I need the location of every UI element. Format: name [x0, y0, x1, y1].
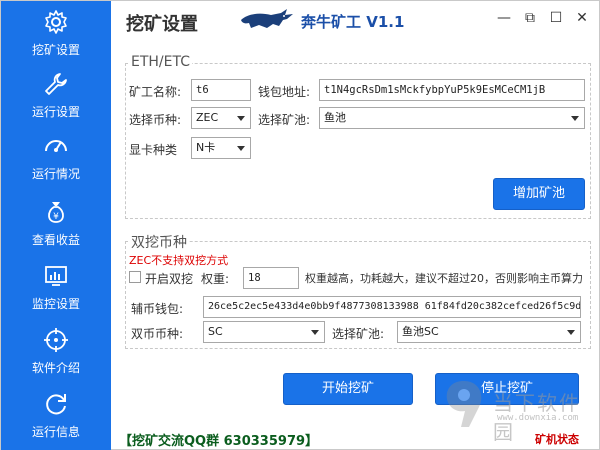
page-title: 挖矿设置	[126, 14, 198, 35]
dual-pool-label: 选择矿池:	[332, 327, 385, 341]
miner-status-link[interactable]: 矿机状态	[535, 431, 579, 447]
minimize-icon[interactable]: —	[495, 9, 513, 27]
dual-mining-warning: ZEC不支持双挖方式	[129, 254, 229, 267]
miner-name-label: 矿工名称:	[129, 85, 182, 99]
chevron-down-icon	[311, 330, 319, 335]
sidebar-item-run-info[interactable]: 运行信息	[1, 391, 111, 449]
sidebar: 挖矿设置 运行设置 运行情况 ¥ 查看收益 监控设置 软件介绍 运行信息	[1, 1, 111, 450]
pool-select-value: 鱼池	[324, 111, 346, 124]
add-pool-button[interactable]: 增加矿池	[493, 178, 585, 210]
chevron-down-icon	[237, 116, 245, 121]
weight-label: 权重:	[201, 272, 230, 286]
coin-select-value: ZEC	[196, 111, 219, 124]
coin-select[interactable]: ZEC	[191, 107, 251, 129]
dual-coin-label: 双币币种:	[131, 327, 184, 341]
bull-logo-icon	[241, 9, 293, 28]
aux-wallet-label: 辅币钱包:	[131, 302, 184, 316]
chevron-down-icon	[567, 330, 575, 335]
wallet-address-input[interactable]: t1N4gcRsDm1sMckfybpYuP5k9EsMCeCM1jB	[319, 79, 585, 101]
pool-select[interactable]: 鱼池	[319, 107, 585, 129]
miner-name-input[interactable]: t6	[191, 79, 251, 101]
dual-coin-value: SC	[208, 325, 223, 338]
gear-icon	[45, 10, 67, 34]
gpu-type-label: 显卡种类	[129, 143, 178, 157]
sidebar-item-mining-settings[interactable]: 挖矿设置	[1, 9, 111, 67]
maximize-icon[interactable]: ☐	[547, 9, 565, 27]
start-mining-button[interactable]: 开始挖矿	[283, 373, 413, 405]
dual-pool-value: 鱼池SC	[402, 325, 439, 338]
weight-input[interactable]: 18	[243, 267, 299, 289]
sidebar-item-label: 运行情况	[31, 167, 80, 181]
sidebar-item-label: 查看收益	[31, 233, 80, 247]
wallet-address-label: 钱包地址:	[258, 85, 311, 99]
aux-wallet-input[interactable]: 26ce5c2ec5e433d4e0bb9f4877308133988 61f8…	[203, 296, 581, 318]
gpu-type-value: N卡	[196, 141, 216, 154]
sidebar-item-label: 挖矿设置	[31, 43, 80, 57]
app-window: 挖矿设置 运行设置 运行情况 ¥ 查看收益 监控设置 软件介绍 运行信息 挖矿设…	[0, 0, 600, 450]
sidebar-item-label: 运行设置	[31, 105, 80, 119]
weight-hint: 权重越高，功耗越大，建议不超过20，否则影响主币算力	[305, 272, 583, 285]
money-bag-icon: ¥	[48, 202, 64, 223]
dual-coin-select[interactable]: SC	[203, 321, 325, 343]
gpu-type-select[interactable]: N卡	[191, 137, 251, 159]
qq-group-link[interactable]: 【挖矿交流QQ群 630335979】	[119, 430, 318, 449]
sidebar-item-label: 软件介绍	[31, 361, 80, 375]
pool-select-label: 选择矿池:	[258, 113, 311, 127]
close-icon[interactable]: ✕	[573, 9, 591, 27]
dual-mining-group-title: 双挖币种	[129, 232, 189, 252]
coin-select-label: 选择币种:	[129, 113, 182, 127]
enable-dual-label: 开启双挖	[145, 272, 194, 286]
refresh-icon	[46, 394, 66, 415]
monitor-chart-icon	[45, 266, 67, 286]
chevron-down-icon	[571, 116, 579, 121]
dual-pool-select[interactable]: 鱼池SC	[397, 321, 581, 343]
gauge-icon	[45, 140, 67, 152]
brand-name: 奔牛矿工 V1.1	[301, 13, 405, 31]
sidebar-item-earnings[interactable]: ¥ 查看收益	[1, 199, 111, 257]
wrench-icon	[45, 73, 67, 95]
enable-dual-checkbox[interactable]	[129, 271, 141, 283]
crosshair-icon	[44, 328, 68, 352]
sidebar-item-label: 运行信息	[31, 425, 80, 439]
sidebar-item-software-intro[interactable]: 软件介绍	[1, 327, 111, 385]
eth-etc-group-title: ETH/ETC	[129, 54, 192, 70]
watermark-url: www.downxia.com	[497, 413, 579, 423]
watermark-logo-icon	[446, 381, 482, 427]
sidebar-item-monitor-settings[interactable]: 监控设置	[1, 263, 111, 321]
restore-icon[interactable]: ⧉	[521, 9, 539, 27]
chevron-down-icon	[237, 146, 245, 151]
sidebar-item-label: 监控设置	[31, 297, 80, 311]
svg-text:¥: ¥	[53, 212, 59, 222]
sidebar-item-run-status[interactable]: 运行情况	[1, 133, 111, 191]
sidebar-item-run-settings[interactable]: 运行设置	[1, 71, 111, 129]
